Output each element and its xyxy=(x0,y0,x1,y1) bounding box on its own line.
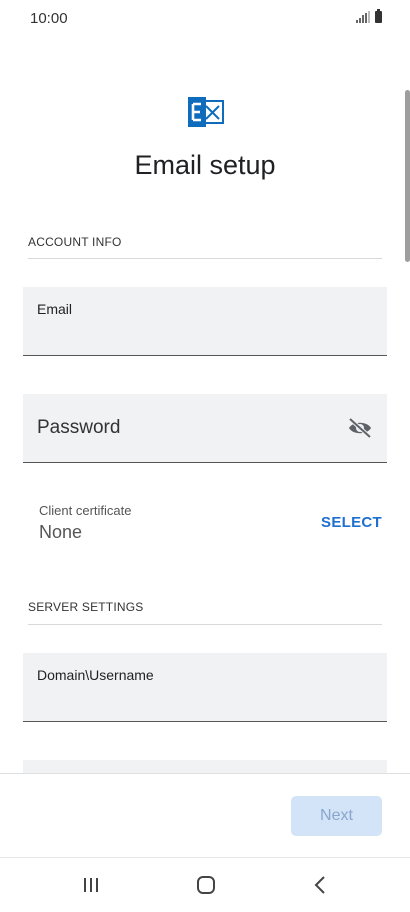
divider xyxy=(28,258,382,259)
battery-icon xyxy=(375,9,382,23)
email-label: Email xyxy=(37,301,73,317)
client-certificate-label: Client certificate xyxy=(39,503,132,518)
recents-icon[interactable] xyxy=(78,872,104,898)
client-certificate-value: None xyxy=(39,522,83,542)
password-field[interactable]: Password xyxy=(23,394,387,463)
bottom-action-bar: Next xyxy=(0,773,410,858)
status-icons xyxy=(356,9,382,23)
signal-icon xyxy=(356,11,370,23)
page-title: Email setup xyxy=(134,150,276,180)
email-field[interactable]: Email xyxy=(23,287,387,356)
home-icon[interactable] xyxy=(193,872,219,898)
back-icon[interactable] xyxy=(308,872,334,898)
domain-username-field[interactable]: Domain\Username xyxy=(23,653,387,722)
eye-off-icon[interactable] xyxy=(347,417,373,439)
status-time: 10:00 xyxy=(30,10,68,27)
section-label-server-settings: SERVER SETTINGS xyxy=(28,600,144,614)
navigation-bar xyxy=(0,857,410,912)
domain-username-label: Domain\Username xyxy=(37,667,154,683)
next-field-partial[interactable] xyxy=(23,760,387,773)
divider xyxy=(28,624,382,625)
exchange-logo-icon xyxy=(188,97,224,127)
next-button[interactable]: Next xyxy=(291,796,382,836)
section-label-account-info: ACCOUNT INFO xyxy=(28,235,122,249)
status-bar: 10:00 xyxy=(0,0,410,38)
password-label: Password xyxy=(37,417,121,438)
select-certificate-button[interactable]: SELECT xyxy=(321,514,382,531)
